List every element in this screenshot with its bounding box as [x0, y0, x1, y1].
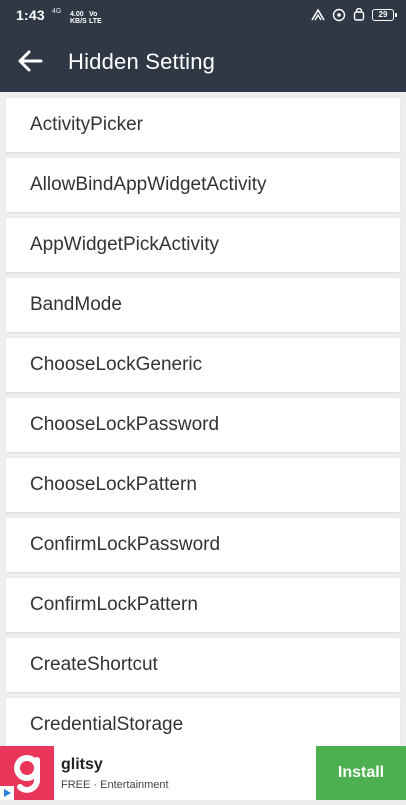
volte-label: Vo: [89, 11, 98, 18]
back-button[interactable]: [8, 36, 52, 86]
ad-banner[interactable]: glitsy FREE · Entertainment Install: [0, 746, 406, 800]
list-item[interactable]: ConfirmLockPassword: [6, 518, 400, 572]
ad-choices-icon[interactable]: [0, 786, 14, 800]
list-item[interactable]: ConfirmLockPattern: [6, 578, 400, 632]
app-bar: Hidden Setting: [0, 30, 406, 92]
speed-unit: KB/S: [70, 18, 87, 25]
status-time: 1:43: [16, 7, 45, 23]
settings-list: ActivityPicker AllowBindAppWidgetActivit…: [0, 92, 406, 746]
network-speed: 4.00 KB/S: [70, 11, 87, 25]
page-title: Hidden Setting: [68, 49, 216, 74]
hotspot-icon: [332, 8, 346, 22]
list-item[interactable]: CredentialStorage: [6, 698, 400, 746]
list-item[interactable]: AllowBindAppWidgetActivity: [6, 158, 400, 212]
arrow-left-icon: [18, 50, 43, 72]
volte-indicator: Vo LTE: [89, 11, 102, 25]
install-button[interactable]: Install: [316, 746, 406, 800]
list-item[interactable]: ChooseLockPattern: [6, 458, 400, 512]
alarm-icon: [353, 8, 365, 21]
list-item[interactable]: ChooseLockPassword: [6, 398, 400, 452]
play-triangle-icon: [4, 789, 11, 797]
ad-app-name: glitsy: [61, 756, 103, 773]
speed-value: 4.00: [70, 11, 84, 18]
list-item[interactable]: AppWidgetPickActivity: [6, 218, 400, 272]
status-icons: 29: [310, 8, 397, 22]
list-item[interactable]: BandMode: [6, 278, 400, 332]
ad-app-logo[interactable]: [0, 746, 54, 800]
ad-app-subtitle: FREE · Entertainment: [61, 779, 169, 791]
list-item[interactable]: CreateShortcut: [6, 638, 400, 692]
battery-icon: 29: [372, 9, 397, 21]
list-item[interactable]: ActivityPicker: [6, 98, 400, 152]
network-type-label: 4G: [52, 8, 62, 15]
lte-label: LTE: [89, 18, 102, 25]
status-bar: 1:43 4G 4.00 KB/S Vo LTE 29: [0, 0, 406, 30]
signal-icon: [311, 8, 325, 21]
list-item[interactable]: ChooseLockGeneric: [6, 338, 400, 392]
